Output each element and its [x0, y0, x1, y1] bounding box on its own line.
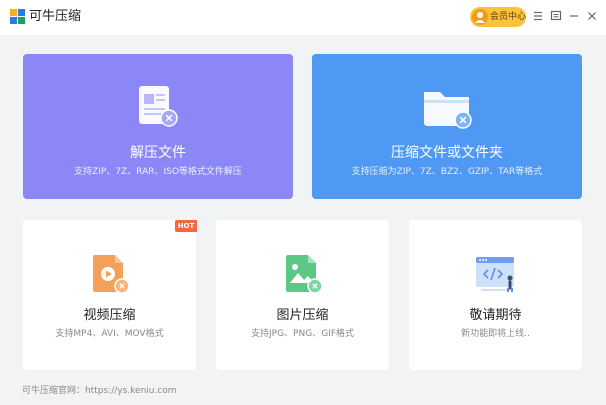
extract-files-title: 解压文件 — [130, 145, 186, 161]
image-compress-title: 图片压缩 — [276, 308, 329, 323]
coming-soon-title: 敬请期待 — [469, 308, 522, 323]
extract-file-icon — [139, 86, 178, 127]
video-compress-title: 视频压缩 — [83, 308, 136, 323]
video-file-icon — [93, 255, 130, 294]
app-logo-icon — [10, 9, 25, 24]
image-compress-card[interactable]: 图片压缩 支持JPG、PNG、GIF格式 — [216, 220, 389, 370]
extract-files-subtitle: 支持ZIP、7Z、RAR、ISO等格式文件解压 — [74, 167, 242, 177]
official-site-link[interactable]: 可牛压缩官网：https://ys.keniu.com — [22, 385, 177, 397]
vip-center-button[interactable]: 会员中心 — [470, 7, 526, 27]
folder-icon — [424, 92, 472, 129]
title-bar: 可牛压缩 会员中心 — [0, 0, 606, 35]
compress-files-subtitle: 支持压缩为ZIP、7Z、BZ2、GZIP、TAR等格式 — [351, 167, 543, 177]
hot-badge: HOT — [175, 220, 197, 232]
close-icon[interactable] — [585, 9, 599, 23]
user-avatar — [472, 9, 488, 25]
video-compress-subtitle: 支持MP4、AVI、MOV格式 — [55, 329, 164, 339]
compress-files-card[interactable]: 压缩文件或文件夹 支持压缩为ZIP、7Z、BZ2、GZIP、TAR等格式 — [312, 54, 582, 199]
coding-screen-icon — [476, 257, 514, 292]
coming-soon-card: 敬请期待 新功能即将上线.. — [409, 220, 582, 370]
user-icon — [475, 12, 485, 23]
video-compress-card[interactable]: HOT 视频压缩 支持MP4、AVI、MOV格式 — [23, 220, 197, 370]
compress-files-title: 压缩文件或文件夹 — [391, 145, 503, 161]
coming-soon-subtitle: 新功能即将上线.. — [461, 329, 530, 339]
menu-icon[interactable] — [531, 9, 545, 23]
vip-center-label: 会员中心 — [490, 12, 527, 22]
extract-files-card[interactable]: 解压文件 支持ZIP、7Z、RAR、ISO等格式文件解压 — [23, 54, 293, 199]
minimize-icon[interactable] — [567, 9, 581, 23]
feedback-icon[interactable] — [549, 9, 563, 23]
image-compress-subtitle: 支持JPG、PNG、GIF格式 — [251, 329, 354, 339]
app-title: 可牛压缩 — [29, 9, 82, 24]
image-file-icon — [286, 255, 323, 294]
